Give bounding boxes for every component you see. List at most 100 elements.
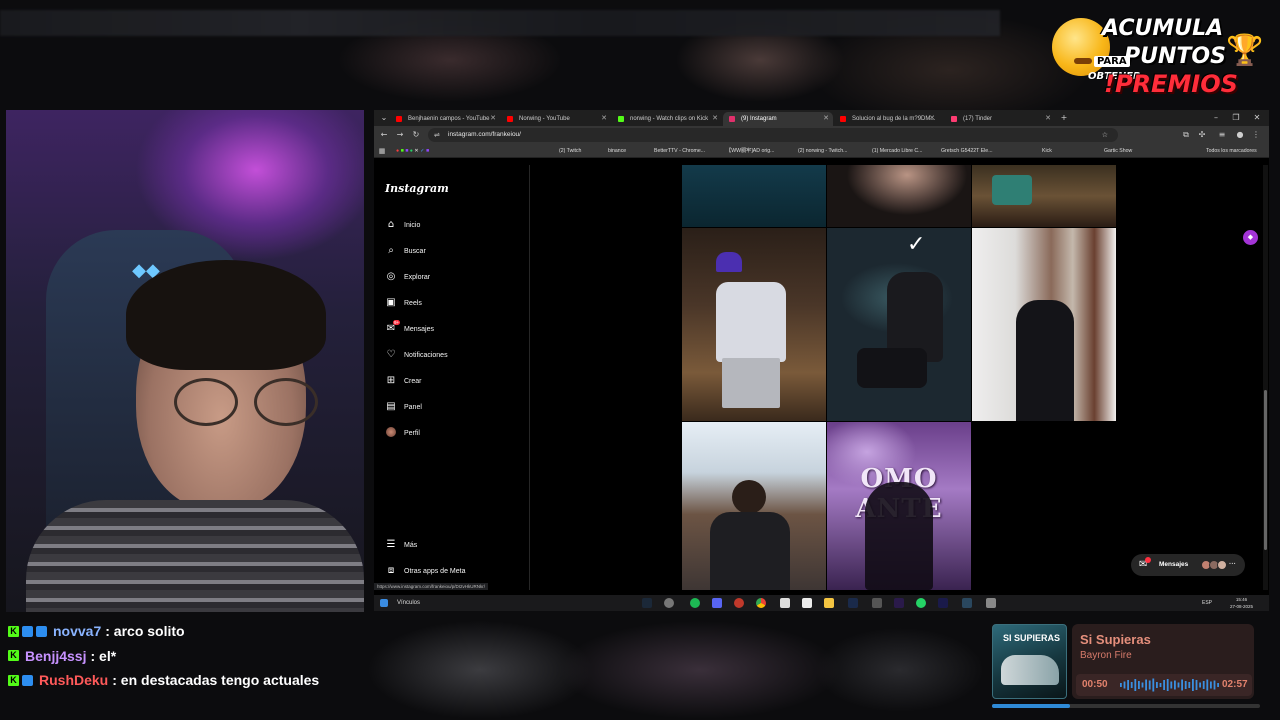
taskbar-links[interactable]: Vínculos	[397, 595, 420, 611]
bookmark-star-icon[interactable]: ☆	[1102, 128, 1108, 142]
tab-tinder[interactable]: (17) Tinder ✕	[945, 112, 1055, 126]
bookmark-ad[interactable]: 【WW胴牢]AD orig...	[726, 144, 774, 158]
post-thumbnail[interactable]	[682, 228, 826, 421]
app-icon[interactable]	[986, 598, 996, 608]
extension-icon[interactable]: ⧉	[1180, 128, 1192, 142]
nav-mas[interactable]: ☰ Más	[385, 537, 418, 553]
waveform-bar	[1148, 680, 1151, 690]
steam-icon[interactable]	[642, 598, 652, 608]
menu-icon[interactable]: ⋮	[1250, 128, 1262, 142]
close-icon[interactable]: ✕	[712, 112, 718, 126]
post-thumbnail[interactable]: OMO ANTE	[827, 422, 971, 590]
nav-crear[interactable]: ⊞ Crear	[385, 373, 422, 389]
bookmark-all[interactable]: Todos los marcadores	[1206, 144, 1257, 158]
nav-notificaciones[interactable]: ♡ Notificaciones	[385, 347, 448, 363]
nav-explorar[interactable]: ◎ Explorar	[385, 269, 430, 285]
system-clock[interactable]: 15:46 27-08-2025	[1230, 596, 1253, 610]
discord-icon[interactable]	[712, 598, 722, 608]
bookmark-twitch[interactable]: (2) Twitch	[559, 144, 581, 158]
bookmark-kick[interactable]: Kick	[1042, 144, 1052, 158]
tab-youtube-benjhaenin[interactable]: Benjhaenin campos - YouTube ✕	[390, 112, 500, 126]
instagram-logo[interactable]: Instagram	[385, 182, 449, 195]
tab-youtube-norwing[interactable]: Norwing - YouTube ✕	[501, 112, 611, 126]
bookmark-norwing-twitch[interactable]: (2) norwing - Twitch...	[798, 144, 848, 158]
close-icon[interactable]: ✕	[823, 112, 829, 126]
post-thumbnail[interactable]	[682, 422, 826, 590]
scrollbar-thumb[interactable]	[1264, 390, 1267, 550]
bookmark-betterttv[interactable]: BetterTTV - Chrome...	[654, 144, 705, 158]
bookmark-gretsch[interactable]: Gretsch G5422T Ele...	[941, 144, 993, 158]
tiktok-icon[interactable]	[802, 598, 812, 608]
premiere-icon[interactable]	[894, 598, 904, 608]
post-shirt	[710, 512, 790, 590]
maximize-icon[interactable]: ❐	[1230, 111, 1242, 125]
app-icon[interactable]	[780, 598, 790, 608]
post-thumbnail[interactable]	[682, 165, 826, 227]
post-thumbnail[interactable]	[972, 228, 1116, 421]
app-icon[interactable]	[872, 598, 882, 608]
chat-username[interactable]: Benjj4ssj	[25, 648, 86, 664]
tab-instagram[interactable]: (9) Instagram ✕	[723, 112, 833, 126]
spotify-icon[interactable]	[690, 598, 700, 608]
tab-kick-norwing[interactable]: norwing - Watch clips on Kick ✕	[612, 112, 722, 126]
profile-icon[interactable]: ●	[1234, 128, 1246, 142]
steam-icon[interactable]	[962, 598, 972, 608]
forward-icon[interactable]: →	[394, 128, 406, 142]
bookmark-binance[interactable]: binance	[608, 144, 626, 158]
waveform-bar	[1166, 679, 1169, 691]
bookmark-icons-row[interactable]: ● ■ ■ ● ✕ ✓ ■	[396, 144, 429, 158]
back-icon[interactable]: ←	[378, 128, 390, 142]
reading-list-icon[interactable]: ≡	[1216, 128, 1228, 142]
nav-reels[interactable]: ▣ Reels	[385, 295, 422, 311]
post-thumbnail[interactable]	[827, 165, 971, 227]
album-art-text: SI SUPIERAS	[1003, 633, 1061, 643]
file-explorer-icon[interactable]	[824, 598, 834, 608]
close-icon[interactable]: ✕	[1045, 112, 1051, 126]
window-close-icon[interactable]: ✕	[1251, 111, 1263, 125]
streamer-shirt	[26, 500, 364, 612]
playback-bar: 00:50 02:57	[1076, 674, 1252, 696]
obs-icon[interactable]	[734, 598, 744, 608]
waveform-bar	[1130, 682, 1133, 688]
chat-username[interactable]: novva7	[53, 623, 101, 639]
post-thumbnail[interactable]: ✓	[827, 228, 971, 421]
nav-meta-apps[interactable]: ⧈ Otras apps de Meta	[385, 563, 466, 579]
tab-search-icon[interactable]: ⌄	[378, 111, 390, 125]
floating-extension-icon[interactable]: ◆	[1243, 230, 1258, 245]
bookmark-gartic[interactable]: Gartic Show	[1104, 144, 1132, 158]
site-info-icon[interactable]: ⇌	[434, 128, 440, 142]
nav-label: Perfil	[404, 429, 420, 437]
nav-mensajes[interactable]: ✉ Mensajes 9+	[385, 320, 434, 337]
address-bar[interactable]: ⇌ instagram.com/frankeiou/ ☆	[428, 128, 1118, 142]
bookmark-mercado-libre[interactable]: (1) Mercado Libre C...	[872, 144, 922, 158]
nav-panel[interactable]: ▤ Panel	[385, 399, 422, 415]
reload-icon[interactable]: ↻	[410, 128, 422, 142]
photoshop-icon[interactable]	[848, 598, 858, 608]
close-icon[interactable]: ✕	[929, 112, 935, 126]
windows-taskbar: Vínculos ESP 15:46 27-08-2025	[374, 595, 1269, 611]
messages-pill[interactable]: ✉ Mensajes ···	[1131, 554, 1245, 576]
close-icon[interactable]: ✕	[490, 112, 496, 126]
nav-buscar[interactable]: ⌕ Buscar	[385, 243, 426, 259]
minimize-icon[interactable]: –	[1210, 111, 1222, 125]
waveform-bar	[1210, 681, 1212, 689]
apps-grid-icon[interactable]: ▦	[376, 144, 388, 158]
keyboard-language[interactable]: ESP	[1202, 595, 1212, 611]
windows-start-icon[interactable]	[380, 599, 388, 607]
chat-username[interactable]: RushDeku	[39, 672, 108, 688]
close-icon[interactable]: ✕	[601, 112, 607, 126]
app-icon[interactable]	[664, 598, 674, 608]
tab-youtube-solucion[interactable]: Solucion al bug de la m?9DM... ✕	[834, 112, 939, 126]
nav-perfil[interactable]: Perfil	[385, 425, 420, 441]
track-artist: Bayron Fire	[1080, 650, 1132, 661]
post-thumbnail[interactable]	[972, 165, 1116, 227]
new-tab-icon[interactable]: +	[1058, 111, 1070, 125]
glasses-left-lens	[174, 378, 238, 426]
puzzle-icon[interactable]: ✣	[1196, 128, 1208, 142]
page-scrollbar[interactable]	[1263, 165, 1268, 590]
chrome-icon[interactable]	[756, 598, 766, 608]
nav-inicio[interactable]: ⌂ Inicio	[385, 217, 421, 233]
dashboard-icon: ▤	[386, 401, 396, 412]
whatsapp-icon[interactable]	[916, 598, 926, 608]
after-effects-icon[interactable]	[938, 598, 948, 608]
